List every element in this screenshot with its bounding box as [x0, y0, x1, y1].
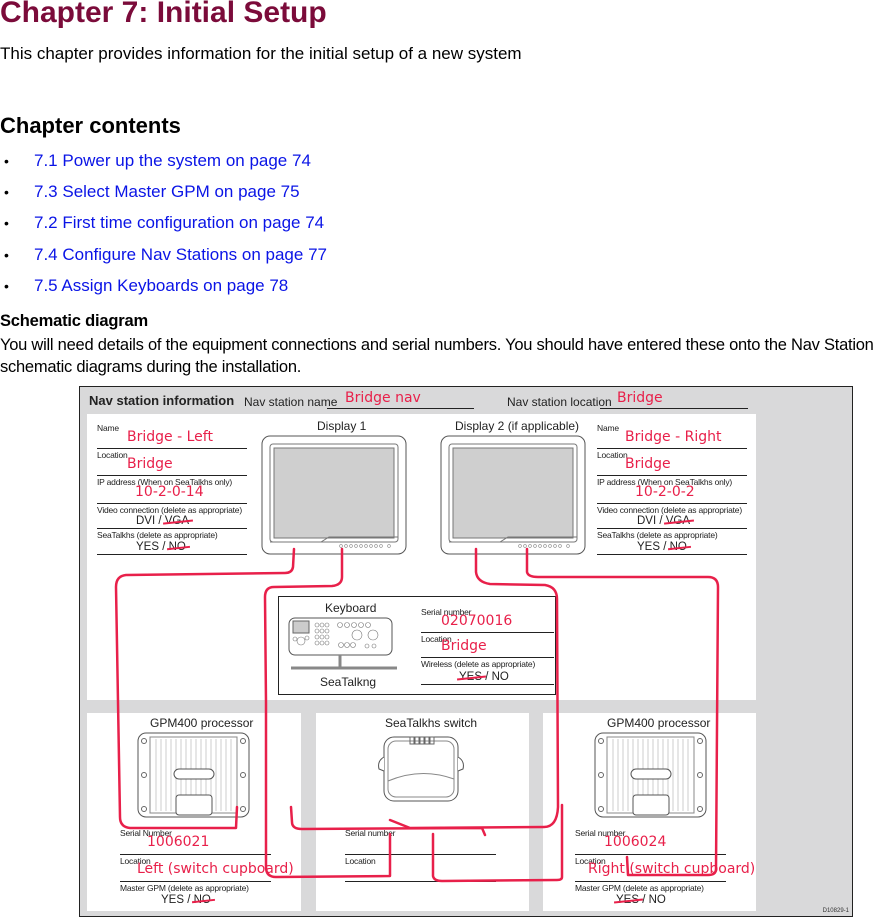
- chapter-title: Chapter 7: Initial Setup: [0, 0, 327, 29]
- cable-display2-to-switch: [388, 547, 560, 830]
- cable-overlay: [114, 547, 720, 883]
- toc-item: • 7.5 Assign Keyboards on page 78: [0, 270, 327, 301]
- chapter-contents-list: • 7.1 Power up the system on page 74 • 7.3…: [0, 145, 327, 301]
- cable-display2-to-gpm-right: [525, 547, 720, 877]
- toc-item: • 7.4 Configure Nav Stations on page 77: [0, 239, 327, 270]
- nav-station-diagram: Nav station information Nav station name…: [79, 386, 853, 917]
- schematic-text: You will need details of the equipment c…: [0, 336, 874, 376]
- toc-link-assign-keyboards[interactable]: 7.5 Assign Keyboards on page 78: [34, 276, 288, 296]
- cable-gpm-left-to-switch: [289, 805, 487, 837]
- schematic-heading: Schematic diagram: [0, 312, 148, 330]
- chapter-intro: This chapter provides information for th…: [0, 44, 522, 63]
- bullet: •: [4, 152, 9, 169]
- bullet: •: [4, 183, 9, 200]
- contents-heading: Chapter contents: [0, 113, 181, 138]
- toc-link-first-time-config[interactable]: 7.2 First time configuration on page 74: [34, 213, 324, 233]
- toc-item: • 7.2 First time configuration on page 74: [0, 208, 327, 239]
- bullet: •: [4, 246, 9, 263]
- toc-item: • 7.3 Select Master GPM on page 75: [0, 176, 327, 207]
- toc-item: • 7.1 Power up the system on page 74: [0, 145, 327, 176]
- toc-link-select-master-gpm[interactable]: 7.3 Select Master GPM on page 75: [34, 182, 300, 202]
- cable-switch-to-gpm-right: [431, 803, 564, 883]
- toc-link-power-up[interactable]: 7.1 Power up the system on page 74: [34, 151, 311, 171]
- toc-link-configure-nav-stations[interactable]: 7.4 Configure Nav Stations on page 77: [34, 245, 327, 265]
- bullet: •: [4, 215, 9, 232]
- bullet: •: [4, 277, 9, 294]
